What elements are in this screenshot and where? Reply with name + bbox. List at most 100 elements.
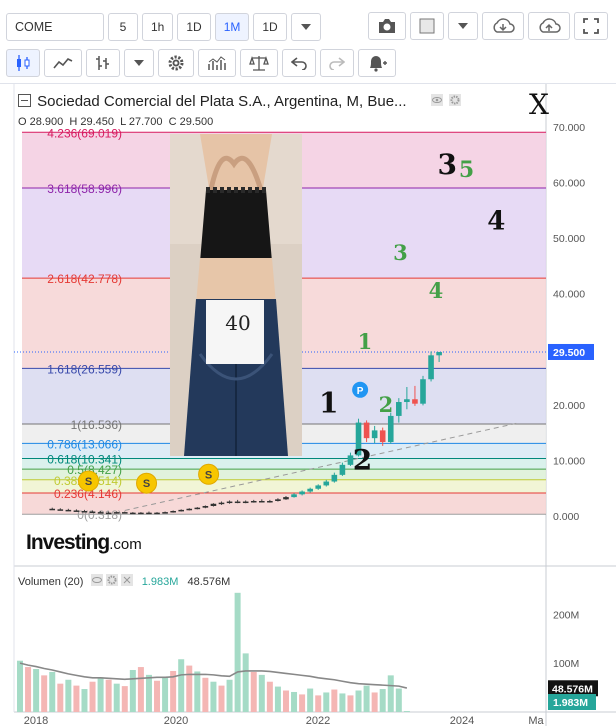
compare-button[interactable] — [240, 49, 278, 77]
ohlc-values: O 28.900 H 29.450 L 27.700 C 29.500 — [18, 116, 216, 128]
candle-body — [307, 488, 313, 492]
high-label: H — [69, 116, 78, 128]
volume-bar — [25, 667, 32, 712]
color-picker-button[interactable] — [410, 12, 444, 40]
logo-main: Investing — [26, 531, 110, 554]
candle-body — [105, 512, 112, 515]
symbol-search-input[interactable]: COME — [6, 13, 104, 41]
chevron-down-icon — [134, 60, 144, 66]
candle-body — [162, 512, 168, 514]
interval-1d-button[interactable]: 1D — [177, 13, 211, 41]
volume-bar — [194, 671, 201, 712]
fib-level-label: 3.618(58.996) — [47, 182, 122, 196]
toolbar-row-1: COME 5 1h 1D 1M 1D — [6, 12, 321, 42]
volume-bar — [81, 689, 88, 712]
chart-style-dropdown[interactable] — [124, 49, 154, 77]
volume-bar — [49, 671, 56, 712]
gear-icon[interactable] — [105, 574, 118, 586]
snapshot-button[interactable] — [368, 12, 406, 40]
collapse-legend-icon[interactable] — [18, 94, 31, 107]
candlestick-icon — [17, 55, 30, 71]
volume-bar — [178, 659, 185, 712]
volume-bar — [258, 674, 265, 712]
ohlc-bars-icon — [96, 56, 109, 70]
volume-bar — [137, 667, 144, 712]
candle-body — [57, 509, 64, 511]
chart-legend: Sociedad Comercial del Plata S.A., Argen… — [18, 93, 461, 110]
visibility-eye-icon[interactable] — [90, 574, 103, 586]
low-value: 27.700 — [128, 116, 163, 128]
redo-icon — [329, 57, 345, 70]
volume-bar — [17, 660, 23, 712]
volume-bar — [89, 681, 96, 712]
wave-label: 5 — [459, 157, 474, 183]
interval-1m-button[interactable]: 1M — [214, 13, 250, 41]
volume-bar — [242, 653, 249, 712]
fib-level-label: 1(16.536) — [71, 418, 122, 432]
undo-button[interactable] — [282, 49, 316, 77]
volume-bar — [339, 693, 346, 712]
candle-body — [315, 485, 322, 489]
candle-body — [178, 509, 184, 512]
volume-ma-value: 48.576M — [187, 576, 231, 588]
volume-bar — [210, 681, 217, 712]
candle-body — [250, 500, 257, 503]
volume-bar — [379, 689, 386, 712]
settings-button[interactable] — [158, 49, 194, 77]
bars-style-button[interactable] — [86, 49, 120, 77]
toolbar-right-group — [368, 12, 608, 40]
price-tick-label: 60.000 — [553, 177, 585, 189]
price-chart[interactable]: 4.236(69.019) 3.618(58.996) 2.618(42.778) 1… — [0, 84, 616, 726]
candle-body — [194, 507, 201, 510]
volume-bar — [266, 681, 273, 712]
candle-body — [73, 510, 80, 512]
interval-5-button[interactable]: 5 — [108, 13, 138, 41]
chart-toolbar: COME 5 1h 1D 1M 1D — [0, 0, 616, 84]
time-tick-label: 2020 — [164, 715, 188, 726]
close-value: 29.500 — [179, 116, 214, 128]
line-style-button[interactable] — [44, 49, 82, 77]
interval-1h-button[interactable]: 1h — [142, 13, 174, 41]
volume-bar — [323, 692, 330, 712]
wave-label: 1 — [358, 329, 373, 354]
candles-style-button[interactable] — [6, 49, 40, 77]
alert-button[interactable] — [358, 49, 396, 77]
price-tick-label: 0.000 — [553, 511, 579, 523]
fib-level-label: 2.618(42.778) — [47, 272, 122, 286]
indicators-button[interactable] — [198, 49, 236, 77]
candle-body — [371, 430, 378, 439]
volume-bar — [154, 680, 161, 712]
volume-bar — [371, 692, 378, 712]
volume-bar — [234, 592, 241, 712]
candle-body — [154, 512, 160, 515]
wave-label: 1 — [319, 387, 338, 420]
interval-dropdown-button[interactable] — [290, 13, 321, 41]
last-price-label: 29.500 — [553, 347, 585, 359]
gear-icon[interactable] — [448, 94, 461, 106]
interval-select[interactable]: 1D — [253, 13, 287, 41]
scales-icon — [249, 55, 269, 71]
fib-level-label: 1.618(26.559) — [47, 362, 122, 376]
candle-body — [267, 500, 273, 503]
investing-logo: Investing.com — [26, 531, 142, 555]
corner-x-mark: X — [529, 88, 549, 121]
candle-body — [339, 464, 346, 475]
fullscreen-button[interactable] — [574, 12, 608, 40]
instrument-title: Sociedad Comercial del Plata S.A., Argen… — [37, 93, 407, 110]
volume-bar — [331, 689, 338, 712]
dividend-marker-label: S — [143, 478, 150, 490]
candle-body — [130, 512, 136, 515]
cloud-upload-button[interactable] — [528, 12, 570, 40]
redo-button[interactable] — [320, 49, 354, 77]
color-dropdown-button[interactable] — [448, 12, 478, 40]
cloud-download-icon — [493, 18, 515, 33]
price-tick-label: 50.000 — [553, 233, 585, 245]
wave-label: 4 — [429, 278, 444, 303]
candle-body — [412, 399, 418, 404]
fib-level-label: 4.236(69.019) — [47, 126, 122, 140]
visibility-eye-icon[interactable] — [430, 94, 443, 106]
cloud-download-button[interactable] — [482, 12, 524, 40]
close-icon[interactable] — [120, 574, 133, 586]
event-marker-label: P — [357, 386, 364, 397]
candle-body — [234, 501, 241, 504]
